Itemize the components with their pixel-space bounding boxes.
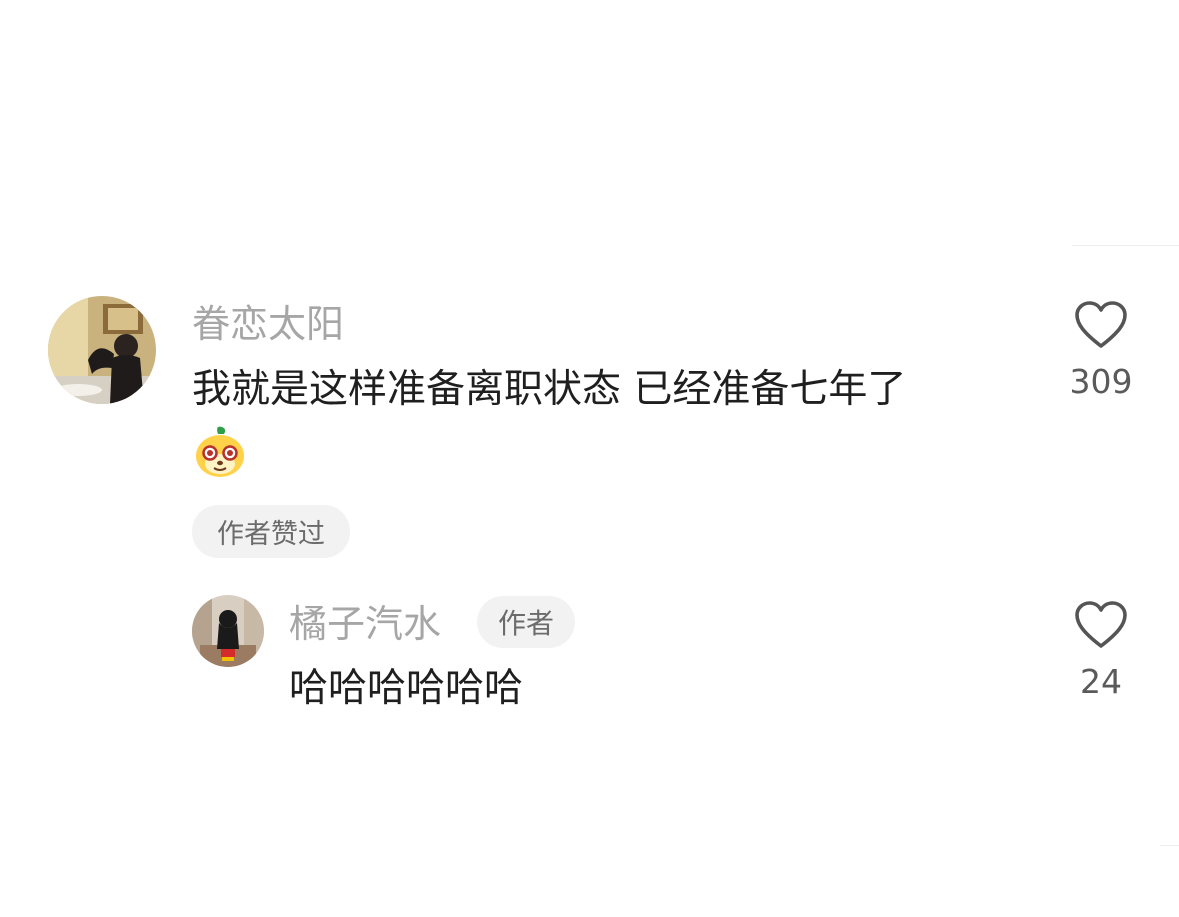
top-divider (1072, 245, 1179, 246)
reply-avatar[interactable] (192, 595, 264, 667)
cute-yellow-face-emoji (194, 424, 246, 478)
heart-outline-icon (1075, 601, 1127, 648)
comment-username[interactable]: 眷恋太阳 (192, 300, 344, 348)
author-liked-tag: 作者赞过 (192, 505, 350, 558)
reply-username[interactable]: 橘子汽水 (289, 600, 441, 648)
reply-like-button[interactable]: 24 (1046, 600, 1156, 701)
like-count: 309 (1069, 362, 1133, 401)
like-button[interactable]: 309 (1046, 300, 1156, 401)
author-badge: 作者 (477, 596, 575, 648)
avatar[interactable] (48, 296, 156, 404)
comment-text: 我就是这样准备离职状态 已经准备七年了 (192, 367, 907, 412)
reply-text: 哈哈哈哈哈哈 (289, 666, 524, 711)
bottom-divider (1160, 845, 1179, 846)
reply-like-count: 24 (1080, 662, 1122, 701)
heart-outline-icon (1075, 301, 1127, 348)
